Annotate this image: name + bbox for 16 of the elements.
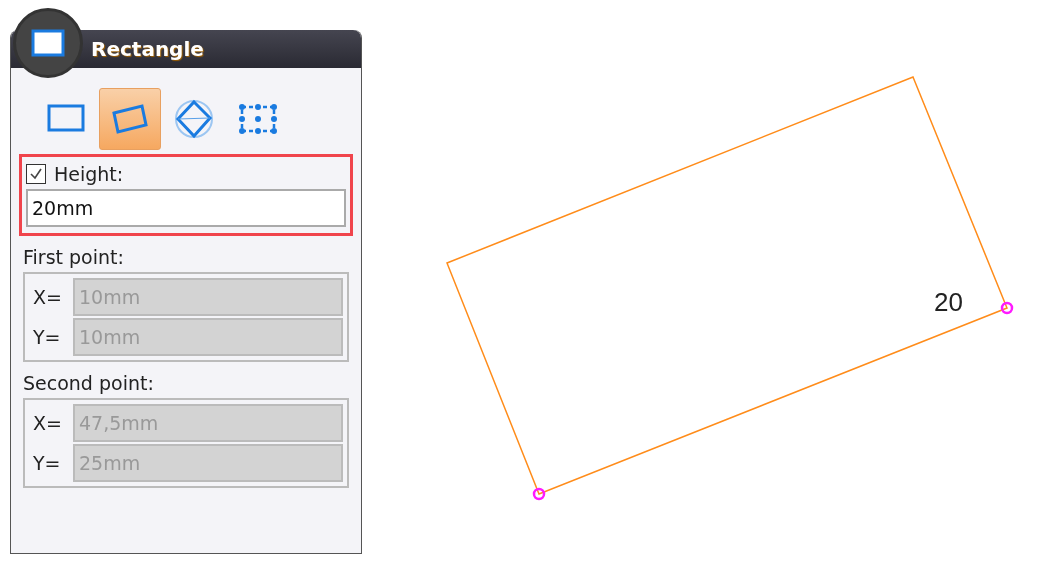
grip-handle[interactable]	[1000, 301, 1014, 315]
coordinate-label: Y=	[33, 452, 62, 474]
coordinate-label: X=	[33, 286, 63, 308]
point-label: Second point:	[23, 372, 155, 394]
dimension-label: 20	[934, 287, 963, 317]
height-label: Height:	[54, 163, 124, 185]
rectangle-icon	[30, 28, 66, 58]
grip-handle[interactable]	[532, 487, 546, 501]
diamond-circle-icon	[172, 97, 216, 141]
height-input[interactable]: 20mm	[26, 189, 346, 227]
coordinate-label: X=	[33, 412, 63, 434]
panel-title: Rectangle	[91, 37, 204, 61]
point-label: First point:	[23, 246, 125, 268]
height-checkbox[interactable]	[26, 164, 46, 184]
tool-button[interactable]	[99, 88, 161, 150]
coordinate-label: Y=	[33, 326, 62, 348]
